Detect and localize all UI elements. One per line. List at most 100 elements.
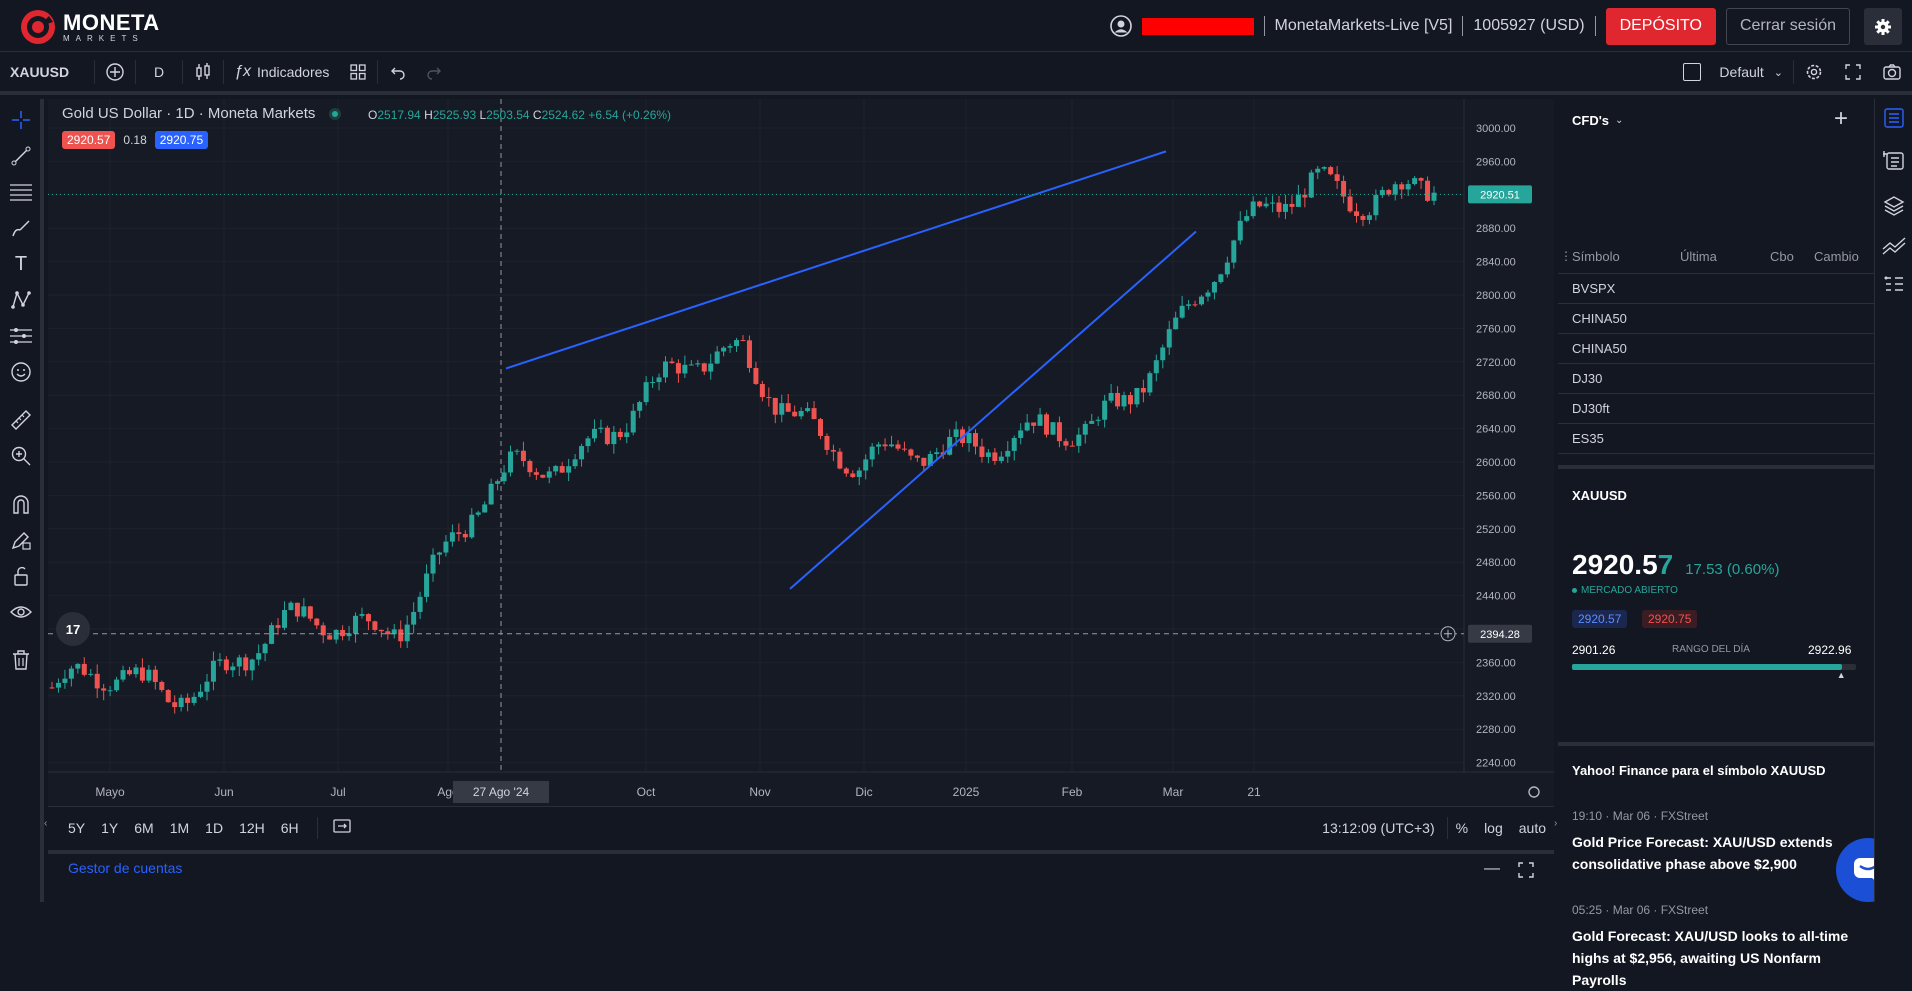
watchlist-row[interactable]: ES35 [1558, 424, 1874, 454]
col-symbol[interactable]: Símbolo [1572, 249, 1620, 264]
timeframe-button[interactable]: 1D [197, 820, 231, 836]
candle-body [385, 631, 391, 635]
timeframe-button[interactable]: 5Y [60, 820, 93, 836]
object-tree-toggle[interactable] [1881, 271, 1907, 297]
minimize-icon[interactable]: — [1484, 860, 1500, 878]
chart-settings-button[interactable] [1794, 53, 1834, 91]
icon-tool[interactable] [8, 359, 34, 385]
col-change[interactable]: Cbo [1770, 249, 1794, 264]
brush-tool[interactable] [8, 215, 34, 241]
chevron-down-icon[interactable]: ⌄ [1615, 115, 1623, 126]
candle-body [75, 663, 81, 669]
text-tool[interactable]: T [8, 251, 34, 277]
watchlist-row[interactable]: CHINA50 [1558, 304, 1874, 334]
details-bid[interactable]: 2920.57 [1572, 610, 1628, 628]
watchlist-row[interactable]: BVSPX [1558, 274, 1874, 304]
add-symbol-icon[interactable]: + [1834, 105, 1848, 133]
candle-body [236, 657, 242, 667]
trendline-icon [11, 146, 31, 166]
layout-select[interactable]: Default ⌄ [1673, 53, 1793, 91]
bid-badge[interactable]: 2920.57 [62, 131, 116, 149]
compare-button[interactable] [95, 53, 135, 91]
candle-body [766, 397, 772, 399]
fib-tool[interactable] [8, 179, 34, 205]
watchlist-title[interactable]: CFD's [1572, 113, 1609, 128]
symbol-search[interactable]: XAUUSD [0, 53, 94, 91]
chart-type-button[interactable] [183, 53, 223, 91]
account-manager-tab[interactable]: Gestor de cuentas [68, 860, 182, 876]
templates-button[interactable] [339, 53, 377, 91]
price-chart[interactable]: 3000.002960.002920.002880.002840.002800.… [48, 99, 1554, 806]
interval-button[interactable]: D [136, 53, 182, 91]
goto-date-button[interactable] [328, 817, 356, 838]
candle-body [1166, 329, 1172, 348]
col-last[interactable]: Última [1680, 249, 1717, 264]
undo-button[interactable] [378, 53, 416, 91]
collapse-left-icon[interactable]: ‹ [44, 818, 47, 829]
candle-body [1237, 220, 1243, 241]
measure-lines-icon [10, 328, 32, 344]
pattern-tool[interactable] [8, 287, 34, 313]
collapse-right-icon[interactable]: › [1554, 818, 1557, 829]
high-label: H [424, 108, 433, 122]
candle-body [617, 431, 623, 437]
lock-tool[interactable] [8, 563, 34, 589]
watchlist-row[interactable]: CHINA50 [1558, 334, 1874, 364]
col-change-pct[interactable]: Cambio [1814, 249, 1870, 264]
news-title[interactable]: Gold Price Forecast: XAU/USD extends con… [1572, 831, 1862, 875]
timeframe-button[interactable]: 6M [126, 820, 161, 836]
remove-drawings-tool[interactable] [8, 647, 34, 673]
hide-tool[interactable] [8, 599, 34, 625]
timeframe-button[interactable]: 6H [273, 820, 307, 836]
y-tick-label: 2520.00 [1476, 524, 1516, 536]
zoom-tool[interactable] [8, 443, 34, 469]
settings-button[interactable] [1864, 8, 1902, 45]
candle-body [495, 481, 501, 484]
tradingview-logo[interactable]: 17 [56, 612, 90, 646]
candlestick-chart[interactable]: 3000.002960.002920.002880.002840.002800.… [48, 99, 1554, 806]
fullscreen-button[interactable] [1834, 53, 1872, 91]
divider [316, 816, 318, 839]
x-tick-label: Mar [1163, 785, 1184, 799]
candle-body [1179, 305, 1185, 318]
redo-button[interactable] [416, 53, 454, 91]
candle-body [94, 673, 100, 689]
crosshair-tool[interactable] [8, 107, 34, 133]
candle-body [572, 459, 578, 467]
data-window-toggle[interactable] [1881, 233, 1907, 259]
watchlist-row[interactable]: DJ30ft [1558, 394, 1874, 424]
watchlist-toggle[interactable] [1881, 105, 1907, 131]
timeframe-button[interactable]: 1Y [93, 820, 126, 836]
indicators-button[interactable]: ƒx Indicadores [224, 53, 339, 91]
candle-body [566, 466, 572, 473]
deposit-button[interactable]: DEPÓSITO [1605, 7, 1716, 45]
ruler-tool[interactable] [8, 407, 34, 433]
clock[interactable]: 13:12:09 (UTC+3) [1322, 820, 1446, 836]
user-icon[interactable] [1109, 15, 1132, 37]
alerts-toggle[interactable] [1881, 147, 1907, 173]
timeframe-button[interactable]: 1M [162, 820, 197, 836]
drag-handle-icon[interactable]: ⋮ [1560, 249, 1572, 263]
logout-button[interactable]: Cerrar sesión [1725, 7, 1850, 45]
screenshot-button[interactable] [1872, 53, 1912, 91]
news-title[interactable]: Gold Forecast: XAU/USD looks to all-time… [1572, 925, 1862, 991]
trendline-tool[interactable] [8, 143, 34, 169]
stay-drawing-tool[interactable] [8, 527, 34, 553]
layers-toggle[interactable] [1881, 193, 1907, 219]
timeframe-button[interactable]: 12H [231, 820, 273, 836]
candle-body [1328, 167, 1334, 175]
prediction-tool[interactable] [8, 323, 34, 349]
candle-body [546, 471, 552, 478]
candle-body [1308, 172, 1314, 198]
details-ask[interactable]: 2920.75 [1642, 610, 1698, 628]
brand-logo[interactable]: MONETA MARKETS [19, 8, 160, 46]
log-toggle[interactable]: log [1476, 820, 1511, 836]
candle-body [1063, 441, 1069, 446]
percent-toggle[interactable]: % [1448, 820, 1476, 836]
maximize-icon[interactable] [1518, 862, 1534, 878]
ask-badge[interactable]: 2920.75 [154, 131, 209, 149]
auto-toggle[interactable]: auto [1511, 820, 1554, 836]
magnet-tool[interactable] [8, 491, 34, 517]
news-header[interactable]: Yahoo! Finance para el símbolo XAUUSD [1572, 763, 1826, 778]
watchlist-row[interactable]: DJ30 [1558, 364, 1874, 394]
